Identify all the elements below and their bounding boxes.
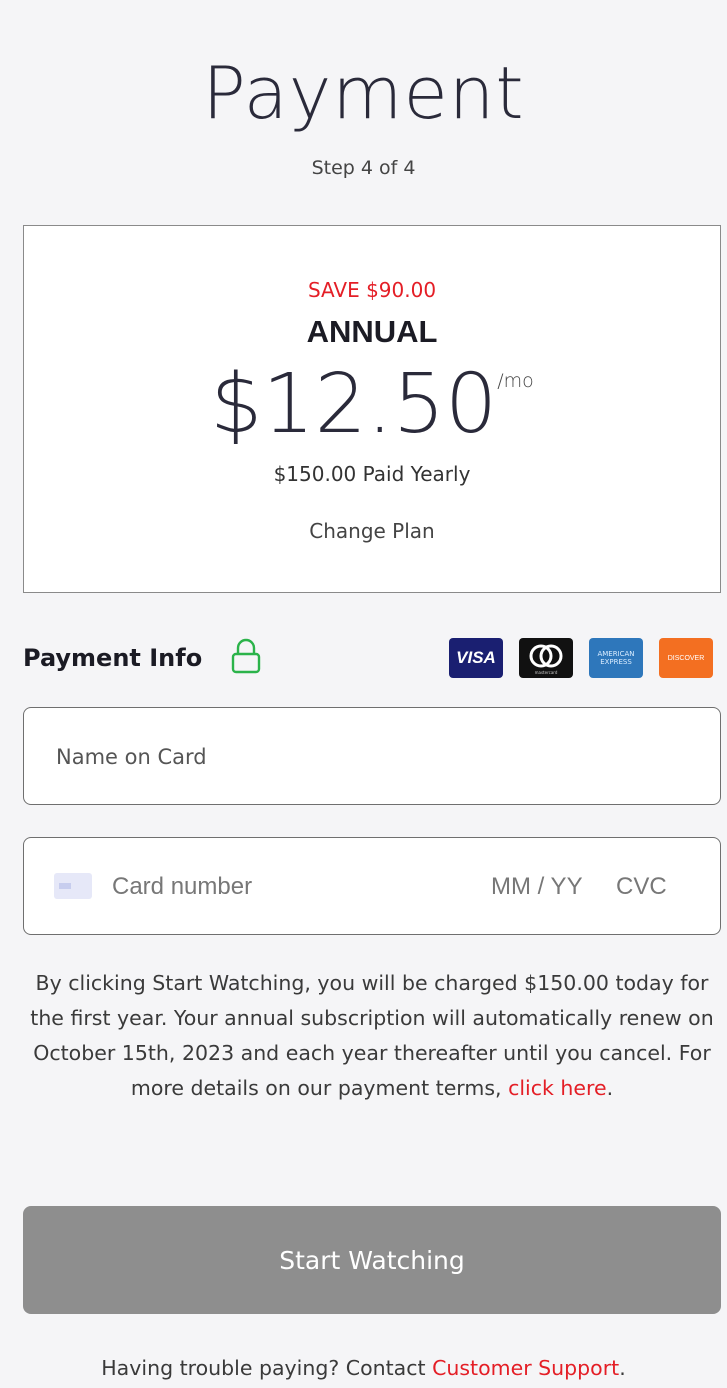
page-title: Payment xyxy=(202,51,525,135)
discover-icon: DISCOVER xyxy=(659,638,713,678)
price-row: $12.50/mo xyxy=(24,358,720,452)
payment-info-title: Payment Info xyxy=(23,644,203,672)
payment-terms: By clicking Start Watching, you will be … xyxy=(23,966,721,1106)
cvc-input[interactable] xyxy=(614,868,688,906)
terms-end: . xyxy=(606,1076,614,1100)
help-text-label: Having trouble paying? Contact xyxy=(101,1356,433,1380)
card-details-field[interactable] xyxy=(23,837,721,935)
name-on-card-field[interactable] xyxy=(23,707,721,805)
change-plan-link[interactable]: Change Plan xyxy=(24,519,720,543)
visa-icon: VISA xyxy=(449,638,503,678)
plan-summary-card: SAVE $90.00 ANNUAL $12.50/mo $150.00 Pai… xyxy=(23,225,721,593)
lock-icon xyxy=(231,638,261,674)
mastercard-icon: mastercard xyxy=(519,638,573,678)
credit-card-icon xyxy=(54,873,92,899)
help-end: . xyxy=(619,1356,626,1380)
step-indicator: Step 4 of 4 xyxy=(311,157,416,179)
payment-info-header: Payment Info VISA mastercard AMERICAN EX… xyxy=(23,638,713,680)
price-period: /mo xyxy=(497,370,534,392)
card-number-input[interactable] xyxy=(110,868,394,906)
svg-text:mastercard: mastercard xyxy=(535,670,558,675)
billing-summary: $150.00 Paid Yearly xyxy=(273,462,471,486)
amex-icon: AMERICAN EXPRESS xyxy=(589,638,643,678)
customer-support-link[interactable]: Customer Support xyxy=(432,1356,619,1380)
help-text: Having trouble paying? Contact Customer … xyxy=(0,1356,727,1380)
payment-page: Payment Step 4 of 4 SAVE $90.00 ANNUAL $… xyxy=(0,0,727,1388)
savings-label: SAVE $90.00 xyxy=(307,278,437,302)
terms-link[interactable]: click here xyxy=(508,1076,607,1100)
name-on-card-input[interactable] xyxy=(54,738,678,776)
plan-price: $12.50 xyxy=(210,357,498,452)
plan-name: ANNUAL xyxy=(306,314,438,349)
expiry-input[interactable] xyxy=(489,868,603,906)
start-watching-button[interactable]: Start Watching xyxy=(23,1206,721,1314)
